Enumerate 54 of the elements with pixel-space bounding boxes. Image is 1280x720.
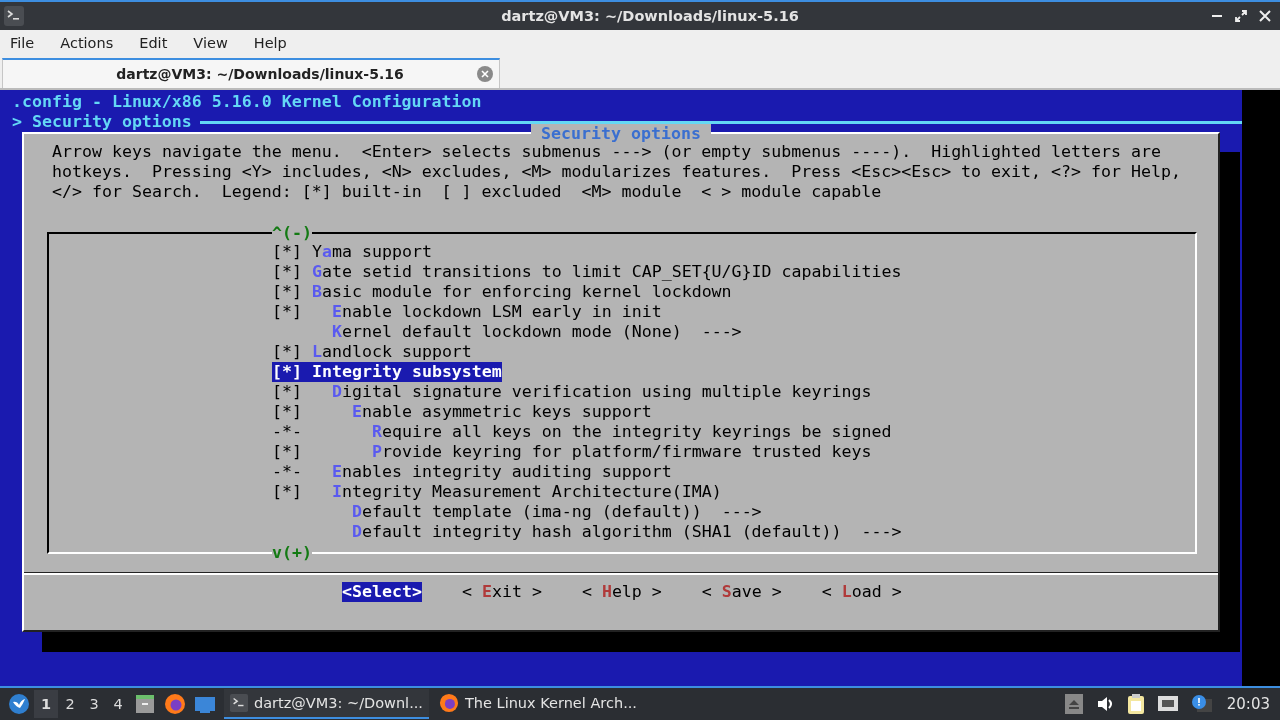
menu-item[interactable]: Kernel default lockdown mode (None) ---> — [272, 322, 742, 342]
menu-item[interactable]: [*] Basic module for enforcing kernel lockdown — [272, 282, 732, 302]
workspace-button[interactable]: 3 — [82, 690, 106, 718]
network-icon[interactable] — [1156, 694, 1179, 714]
menu-item[interactable]: [*] Landlock support — [272, 342, 472, 362]
menu-item[interactable]: Default template (ima-ng (default)) ---> — [272, 502, 762, 522]
menu-item[interactable]: Help — [253, 35, 287, 51]
menu-item[interactable]: Default integrity hash algorithm (SHA1 (default)) ---> — [272, 522, 902, 542]
notification-icon[interactable] — [1190, 694, 1213, 714]
menu-item[interactable]: [*] Integrity Measurement Architecture(IMA) — [272, 482, 722, 502]
scroll-down-indicator: v(+) — [272, 543, 312, 563]
close-button[interactable] — [1258, 9, 1272, 23]
menu-item[interactable]: Edit — [139, 35, 168, 51]
menu-item[interactable]: [*] Yama support — [272, 242, 432, 262]
menu-item[interactable]: File — [10, 35, 35, 51]
dialog-button[interactable]: < Load > — [821, 582, 902, 602]
terminal-icon — [230, 694, 248, 712]
menu-item[interactable]: -*- Enables integrity auditing support — [272, 462, 672, 482]
dialog-title: Security options — [531, 124, 711, 144]
firefox-icon — [439, 693, 459, 713]
config-header: .config - Linux/x86 5.16.0 Kernel Configuration — [12, 92, 483, 112]
close-tab-icon[interactable] — [477, 66, 493, 82]
menu-item[interactable]: [*] Gate setid transitions to limit CAP_SET{U/G}ID capabilities — [272, 262, 902, 282]
workspace-button[interactable]: 2 — [58, 690, 82, 718]
dialog-button[interactable]: <Select> — [342, 582, 422, 602]
help-text: </> for Search. Legend: [*] built-in [ ] excluded <M> module < > module capable — [51, 182, 883, 202]
workspace-button[interactable]: 1 — [34, 690, 58, 718]
dialog-button[interactable]: < Save > — [701, 582, 782, 602]
window-title: dartz@VM3: ~/Downloads/linux-5.16 — [500, 8, 799, 24]
scroll-up-indicator: ^(-) — [272, 223, 312, 243]
taskbar-task[interactable]: dartz@VM3: ~/Downl... — [224, 689, 429, 719]
terminal-icon — [4, 6, 24, 26]
help-text: hotkeys. Pressing <Y> includes, <N> excludes, <M> modularizes features. Press <Esc><Esc> to exit, <?> for Help, — [51, 162, 1182, 182]
menu-item[interactable]: -*- Require all keys on the integrity keyrings be signed — [272, 422, 892, 442]
workspace-button[interactable]: 4 — [106, 690, 130, 718]
eject-icon[interactable] — [1064, 694, 1083, 714]
terminal-tab[interactable]: dartz@VM3: ~/Downloads/linux-5.16 — [2, 58, 500, 88]
menu-item[interactable]: [*] Digital signature verification using multiple keyrings — [272, 382, 872, 402]
clock: 20:03 — [1226, 695, 1270, 713]
help-text: Arrow keys navigate the menu. <Enter> selects submenus ---> (or empty submenus ----). Highlighted letters are — [51, 142, 1162, 162]
file-cabinet-icon[interactable] — [134, 693, 156, 715]
menu-item[interactable]: [*] Enable asymmetric keys support — [272, 402, 652, 422]
menu-item[interactable]: [*] Provide keyring for platform/firmware trusted keys — [272, 442, 872, 462]
firefox-icon[interactable] — [164, 693, 186, 715]
menu-item[interactable]: Actions — [60, 35, 114, 51]
clipboard-icon[interactable] — [1126, 693, 1145, 715]
maximize-button[interactable] — [1234, 9, 1248, 23]
menu-item[interactable]: [*] Enable lockdown LSM early in init — [272, 302, 662, 322]
taskbar-task[interactable]: The Linux Kernel Arch... — [433, 689, 643, 719]
dialog-button[interactable]: < Help > — [581, 582, 662, 602]
dialog-button[interactable]: < Exit > — [461, 582, 542, 602]
menu-item[interactable]: [*] Integrity subsystem — [272, 362, 502, 382]
menu-item[interactable]: View — [193, 35, 228, 51]
breadcrumb: > Security options — [12, 112, 192, 132]
